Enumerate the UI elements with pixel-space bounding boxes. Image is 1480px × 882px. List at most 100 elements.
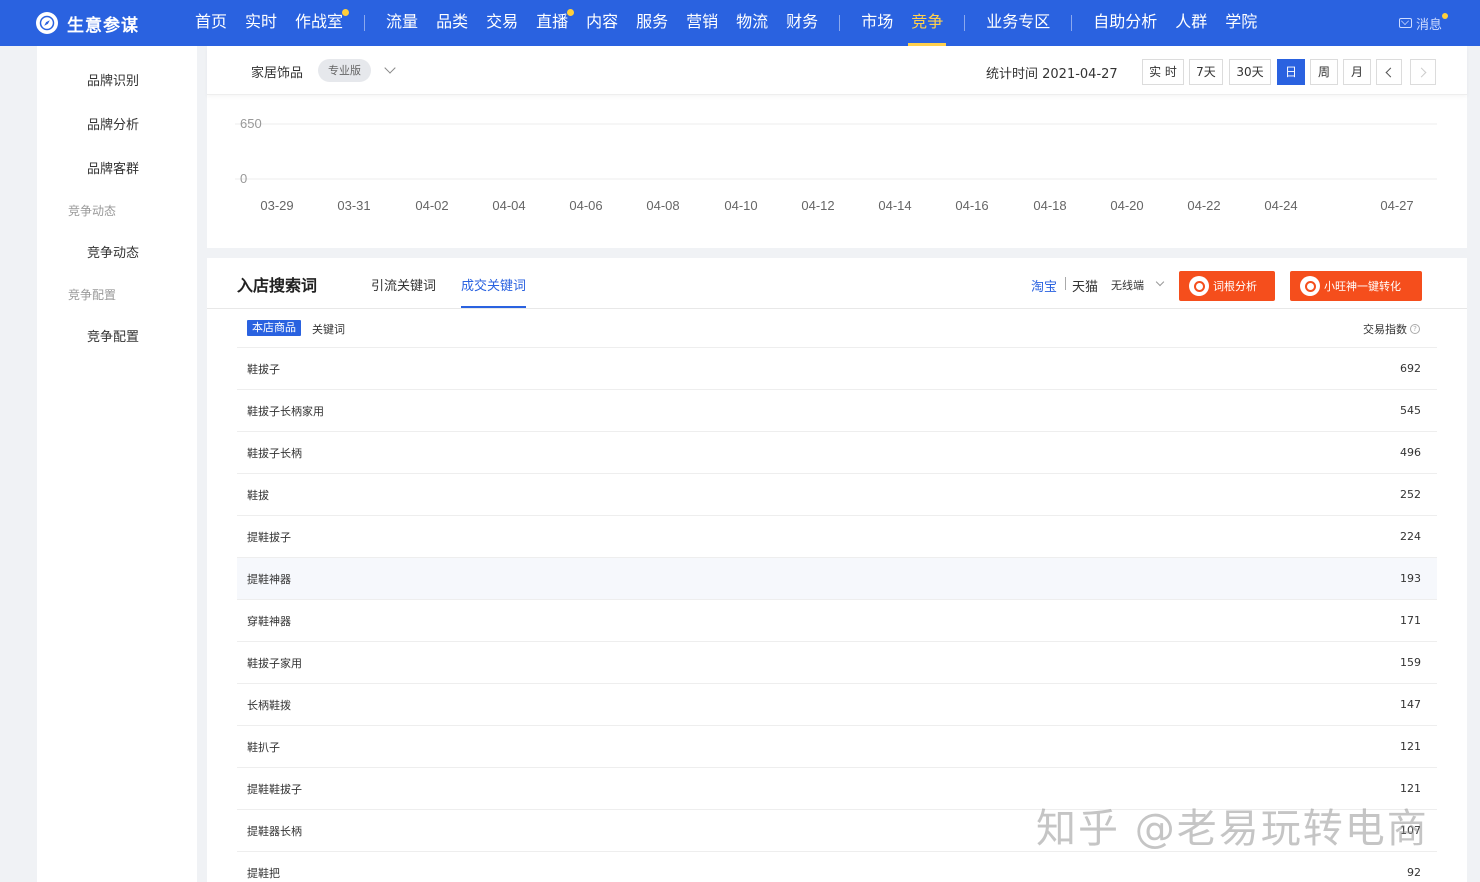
nav-item-crowd[interactable]: 人群 bbox=[1166, 0, 1216, 46]
table-row[interactable]: 鞋拔子长柄家用 545 bbox=[237, 389, 1437, 431]
nav-item-realtime[interactable]: 实时 bbox=[236, 0, 286, 46]
nav-item-live[interactable]: 直播 bbox=[527, 0, 577, 46]
keyword-cell: 长柄鞋拨 bbox=[247, 699, 291, 712]
keyword-cell: 鞋拔 bbox=[247, 489, 269, 502]
prev-date-button[interactable] bbox=[1376, 59, 1402, 85]
help-icon[interactable]: ? bbox=[1410, 324, 1420, 334]
table-row[interactable]: 提鞋把 92 bbox=[237, 851, 1437, 882]
nav-item-war-room[interactable]: 作战室 bbox=[286, 0, 352, 46]
platform-tmall[interactable]: 天猫 bbox=[1072, 276, 1098, 295]
mail-icon bbox=[1398, 18, 1412, 28]
notification-dot bbox=[342, 9, 350, 16]
category-selector[interactable]: 家居饰品 bbox=[251, 62, 303, 81]
chevron-down-icon[interactable] bbox=[384, 62, 396, 74]
nav-item-academy[interactable]: 学院 bbox=[1216, 0, 1266, 46]
platform-taobao[interactable]: 淘宝 bbox=[1031, 276, 1057, 295]
sidebar-group-dynamics: 竞争动态 bbox=[68, 204, 117, 218]
nav-item-self-analysis[interactable]: 自助分析 bbox=[1084, 0, 1166, 46]
trade-index-cell: 92 bbox=[1407, 866, 1421, 879]
trend-panel: 家居饰品 专业版 统计时间 2021-04-27 实 时 7天 30天 日 周 … bbox=[207, 46, 1467, 248]
x-tick-label: 04-04 bbox=[492, 198, 525, 213]
table-row[interactable]: 鞋扒子 121 bbox=[237, 725, 1437, 767]
table-row[interactable]: 鞋拔子长柄 496 bbox=[237, 431, 1437, 473]
filter-bar: 家居饰品 专业版 统计时间 2021-04-27 实 时 7天 30天 日 周 … bbox=[207, 46, 1467, 95]
x-tick-label: 04-08 bbox=[646, 198, 679, 213]
trade-index-cell: 121 bbox=[1400, 782, 1421, 795]
x-tick-label: 03-29 bbox=[260, 198, 293, 213]
nav-item-trade[interactable]: 交易 bbox=[477, 0, 527, 46]
xiaowang-convert-button[interactable]: 小旺神一键转化 bbox=[1290, 271, 1422, 301]
keyword-cell: 穿鞋神器 bbox=[247, 615, 291, 628]
x-tick-label: 04-10 bbox=[724, 198, 757, 213]
table-row[interactable]: 提鞋鞋拔子 121 bbox=[237, 767, 1437, 809]
trade-index-cell: 107 bbox=[1400, 824, 1421, 837]
tab-deal-keywords[interactable]: 成交关键词 bbox=[461, 275, 527, 308]
period-realtime[interactable]: 实 时 bbox=[1142, 59, 1184, 85]
compass-icon bbox=[36, 12, 58, 34]
notification-dot bbox=[567, 9, 575, 16]
divider bbox=[207, 308, 1467, 309]
y-tick-label: 650 bbox=[240, 116, 262, 131]
nav-item-logistics[interactable]: 物流 bbox=[727, 0, 777, 46]
period-30d[interactable]: 30天 bbox=[1229, 59, 1271, 85]
trade-index-cell: 147 bbox=[1400, 698, 1421, 711]
table-row[interactable]: 长柄鞋拨 147 bbox=[237, 683, 1437, 725]
messages-button[interactable]: 消息 bbox=[1398, 0, 1448, 46]
table-row[interactable]: 提鞋神器 193 bbox=[237, 557, 1437, 599]
store-products-tag[interactable]: 本店商品 bbox=[247, 320, 301, 336]
chevron-left-icon bbox=[1385, 67, 1396, 78]
nav-item-category[interactable]: 品类 bbox=[427, 0, 477, 46]
nav-item-marketing[interactable]: 营销 bbox=[677, 0, 727, 46]
keyword-cell: 鞋拔子 bbox=[247, 363, 280, 376]
x-tick-label: 04-12 bbox=[801, 198, 834, 213]
trade-index-header[interactable]: 交易指数 ? bbox=[1363, 321, 1420, 337]
nav-item-content[interactable]: 内容 bbox=[577, 0, 627, 46]
table-row[interactable]: 穿鞋神器 171 bbox=[237, 599, 1437, 641]
nav-item-traffic[interactable]: 流量 bbox=[377, 0, 427, 46]
nav-item-home[interactable]: 首页 bbox=[186, 0, 236, 46]
nav-divider bbox=[364, 15, 366, 31]
tab-traffic-keywords[interactable]: 引流关键词 bbox=[371, 275, 436, 294]
table-row[interactable]: 提鞋拔子 224 bbox=[237, 515, 1437, 557]
table-row[interactable]: 鞋拔子 692 bbox=[237, 347, 1437, 389]
search-keywords-panel: 入店搜索词 引流关键词 成交关键词 淘宝 天猫 无线端 词根分析 小旺神一键转化… bbox=[207, 258, 1467, 882]
root-analysis-button[interactable]: 词根分析 bbox=[1179, 271, 1275, 301]
period-day[interactable]: 日 bbox=[1277, 59, 1305, 85]
keyword-column-header[interactable]: 关键词 bbox=[312, 321, 345, 337]
xiaowang-convert-label: 小旺神一键转化 bbox=[1324, 280, 1401, 293]
keyword-cell: 鞋拔子长柄 bbox=[247, 447, 302, 460]
x-tick-label: 04-24 bbox=[1264, 198, 1297, 213]
terminal-selector[interactable]: 无线端 bbox=[1111, 277, 1144, 293]
sidebar-item-brand-analysis[interactable]: 品牌分析 bbox=[87, 114, 139, 133]
sidebar-item-brand-customers[interactable]: 品牌客群 bbox=[87, 158, 139, 177]
keyword-cell: 提鞋把 bbox=[247, 867, 280, 880]
sidebar-item-config[interactable]: 竞争配置 bbox=[87, 326, 139, 345]
table-row[interactable]: 鞋拔 252 bbox=[237, 473, 1437, 515]
x-tick-label: 04-14 bbox=[878, 198, 911, 213]
keyword-cell: 鞋拔子家用 bbox=[247, 657, 302, 670]
period-7d[interactable]: 7天 bbox=[1189, 59, 1223, 85]
trade-index-cell: 121 bbox=[1400, 740, 1421, 753]
period-week[interactable]: 周 bbox=[1310, 59, 1338, 85]
trade-index-cell: 171 bbox=[1400, 614, 1421, 627]
sidebar-item-dynamics[interactable]: 竞争动态 bbox=[87, 242, 139, 261]
trade-index-cell: 193 bbox=[1400, 572, 1421, 585]
chevron-down-icon[interactable] bbox=[1155, 277, 1165, 287]
y-tick-label: 0 bbox=[240, 171, 247, 186]
nav-item-market[interactable]: 市场 bbox=[852, 0, 902, 46]
sidebar-item-brand-recognition[interactable]: 品牌识别 bbox=[87, 70, 139, 89]
nav-item-finance[interactable]: 财务 bbox=[777, 0, 827, 46]
table-row[interactable]: 鞋拔子家用 159 bbox=[237, 641, 1437, 683]
app-title: 生意参谋 bbox=[67, 15, 139, 36]
next-date-button[interactable] bbox=[1410, 59, 1436, 85]
period-month[interactable]: 月 bbox=[1343, 59, 1371, 85]
x-tick-label: 04-16 bbox=[955, 198, 988, 213]
nav-item-competition[interactable]: 竞争 bbox=[902, 0, 952, 46]
x-tick-label: 04-18 bbox=[1033, 198, 1066, 213]
x-tick-label: 04-20 bbox=[1110, 198, 1143, 213]
nav-item-business-zone[interactable]: 业务专区 bbox=[977, 0, 1059, 46]
table-row[interactable]: 提鞋器长柄 107 bbox=[237, 809, 1437, 851]
keyword-cell: 提鞋拔子 bbox=[247, 531, 291, 544]
app-logo[interactable]: 生意参谋 bbox=[36, 11, 186, 36]
nav-item-service[interactable]: 服务 bbox=[627, 0, 677, 46]
